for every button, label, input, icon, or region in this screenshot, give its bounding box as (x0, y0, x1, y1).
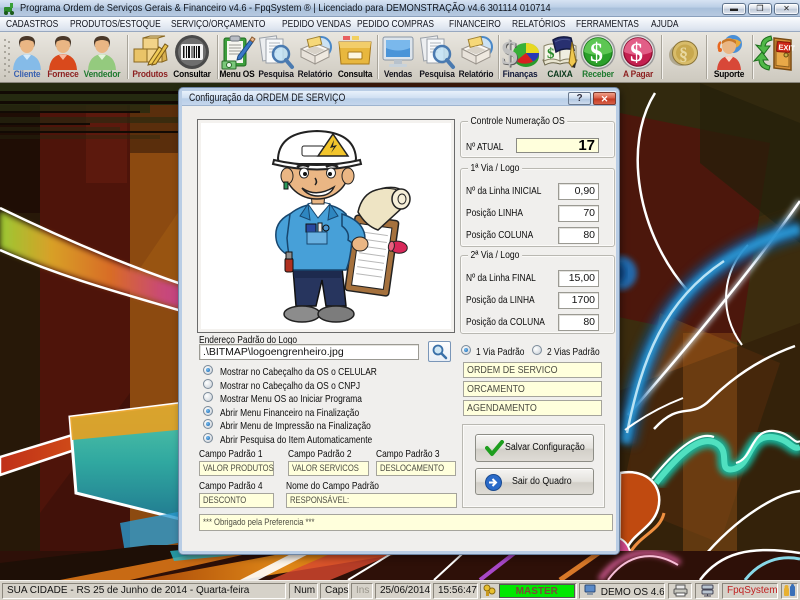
svg-text:$: $ (630, 38, 643, 67)
svg-text:$: $ (590, 38, 603, 67)
svg-text:$: $ (501, 35, 518, 70)
svg-text:EXIT: EXIT (778, 43, 795, 53)
svg-text:§: § (679, 44, 688, 64)
svg-text:$: $ (547, 46, 555, 62)
